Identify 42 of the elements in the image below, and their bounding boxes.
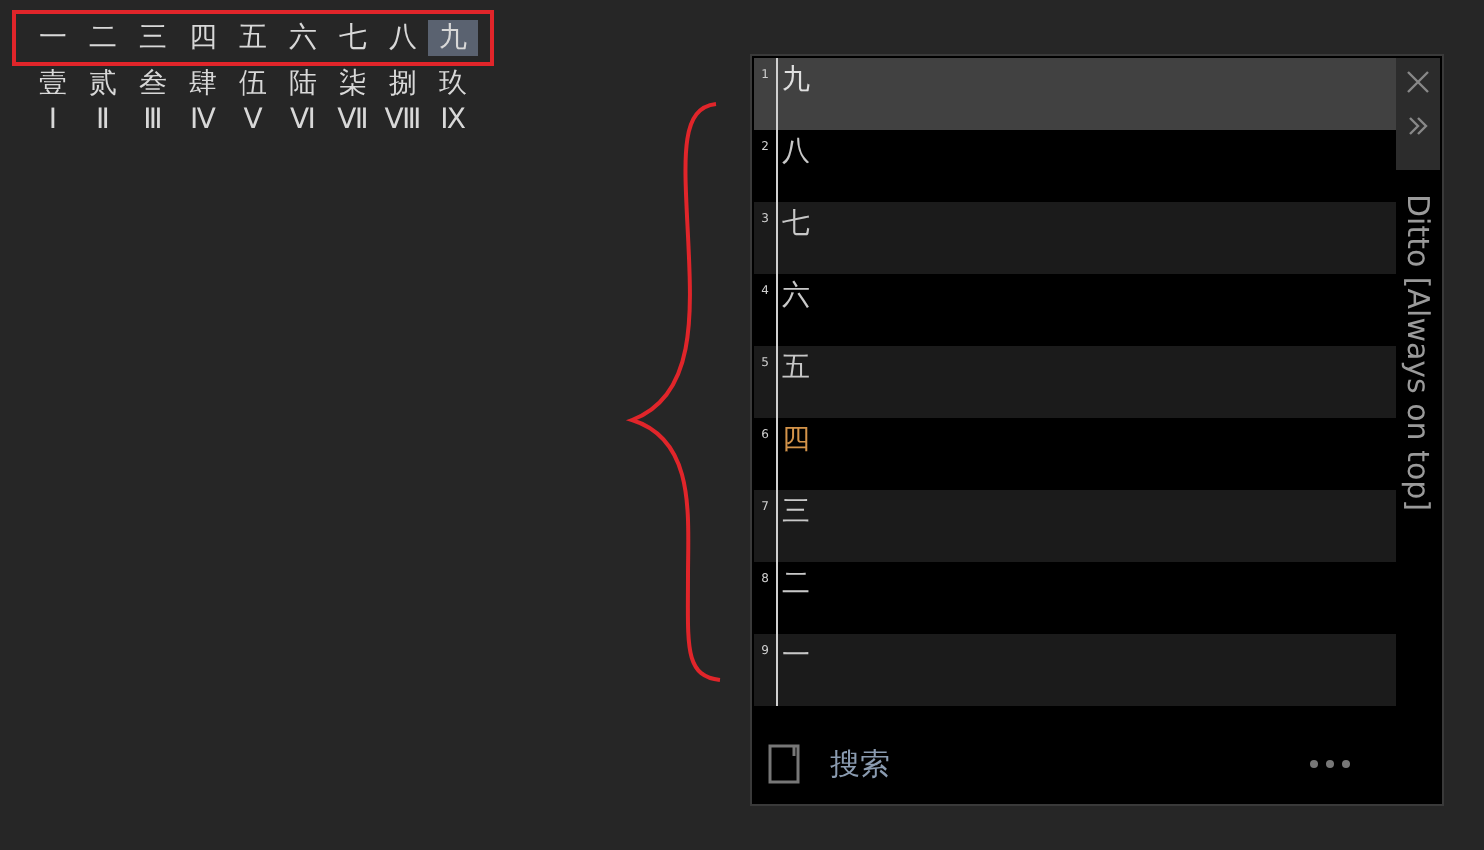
numeral: 一 bbox=[37, 20, 69, 56]
search-field[interactable]: 搜索 bbox=[830, 742, 1130, 787]
clip-text: 二 bbox=[782, 566, 810, 598]
numeral: 五 bbox=[237, 20, 269, 56]
numeral: Ⅲ bbox=[141, 102, 165, 138]
numeral: 玖 bbox=[437, 66, 469, 102]
numeral: 九 bbox=[428, 20, 478, 56]
numeral: 肆 bbox=[187, 66, 219, 102]
numeral: 叁 bbox=[137, 66, 169, 102]
clip-text: 八 bbox=[782, 134, 810, 166]
numeral: 四 bbox=[187, 20, 219, 56]
double-chevron-icon[interactable] bbox=[1406, 114, 1430, 138]
numeral: 陆 bbox=[287, 66, 319, 102]
numeral: 八 bbox=[387, 20, 419, 56]
numeral: Ⅶ bbox=[335, 102, 371, 138]
more-icon[interactable] bbox=[1308, 758, 1352, 771]
window-title: Ditto [Always on top] bbox=[1398, 194, 1438, 512]
numeral: Ⅵ bbox=[288, 102, 318, 138]
numeral: 贰 bbox=[87, 66, 119, 102]
numeral: 壹 bbox=[37, 66, 69, 102]
numeral: Ⅸ bbox=[438, 102, 468, 138]
clip-text: 六 bbox=[782, 278, 810, 310]
numeral: Ⅳ bbox=[188, 102, 218, 138]
numeral: 二 bbox=[87, 20, 119, 56]
clip-text: 五 bbox=[782, 350, 810, 382]
numeral: 六 bbox=[287, 20, 319, 56]
numeral: 柒 bbox=[337, 66, 369, 102]
numeral: 七 bbox=[337, 20, 369, 56]
clip-text: 七 bbox=[782, 206, 810, 238]
clip-text: 九 bbox=[782, 62, 810, 94]
note-icon bbox=[768, 744, 802, 785]
numeral: 捌 bbox=[387, 66, 419, 102]
numeral: 伍 bbox=[237, 66, 269, 102]
numeral: Ⅱ bbox=[94, 102, 112, 138]
clip-text: 四 bbox=[782, 422, 810, 454]
close-icon[interactable] bbox=[1406, 70, 1430, 94]
numeral: Ⅷ bbox=[382, 102, 424, 138]
clip-text: 三 bbox=[782, 494, 810, 526]
numeral: Ⅰ bbox=[46, 102, 60, 138]
numeral: Ⅴ bbox=[241, 102, 265, 138]
numeral: 三 bbox=[137, 20, 169, 56]
clip-text: 一 bbox=[782, 638, 810, 670]
